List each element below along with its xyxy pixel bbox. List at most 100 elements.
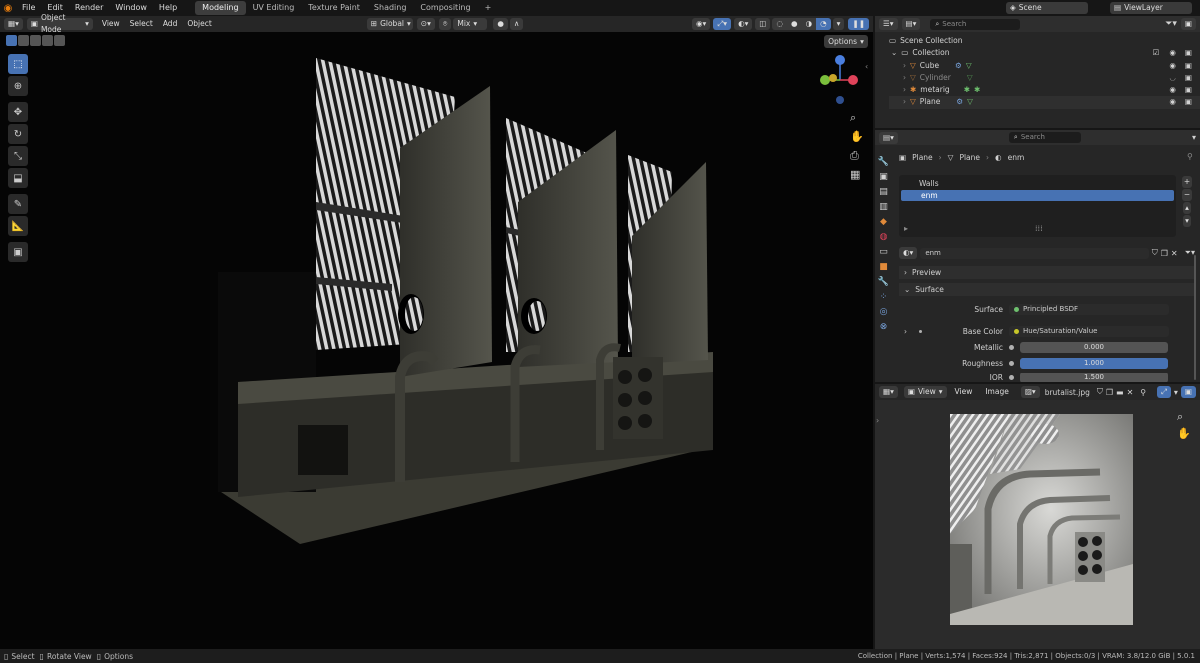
outliner-item-plane[interactable]: › ▽ Plane ⚙ ▽ ◉ ▣ [889, 96, 1200, 109]
mesh-data-icon[interactable]: ▽ [966, 60, 972, 72]
fake-user-icon[interactable]: ⛉ [1152, 248, 1158, 258]
visibility-selector[interactable]: ◉▾ [691, 18, 711, 30]
scene-tab-icon[interactable]: ◆ [878, 216, 889, 227]
expand-chevron-icon[interactable]: › [903, 72, 906, 84]
image-sidebar-toggle[interactable]: ▣ [1180, 386, 1196, 398]
unlink-material-icon[interactable]: ✕ [1171, 249, 1178, 258]
pin-icon[interactable]: ⚲ [1140, 388, 1146, 397]
expand-chevron-icon[interactable]: › [903, 96, 906, 108]
eye-icon[interactable]: ◉ [1169, 96, 1176, 108]
modifier-tab-icon[interactable]: 🔧 [878, 276, 889, 287]
shading-solid-icon[interactable]: ● [787, 18, 802, 30]
eye-icon[interactable]: ◉ [1169, 84, 1176, 96]
outliner-item-cube[interactable]: › ▽ Cube ⚙ ▽ ◉ ▣ [889, 60, 1200, 72]
output-tab-icon[interactable]: ▤ [878, 186, 889, 197]
snap-target-selector[interactable]: Mix ▾ [453, 18, 488, 30]
new-image-icon[interactable]: ❐ [1106, 388, 1113, 397]
pan-hand-icon[interactable]: ✋ [1177, 425, 1191, 442]
surface-panel-header[interactable]: ⌄ Surface [899, 283, 1195, 296]
view-layer-tab-icon[interactable]: ▥ [878, 201, 889, 212]
xray-toggle[interactable]: ◫ [755, 18, 771, 30]
modifier-icon[interactable]: ⚙ [956, 96, 963, 108]
overlay-toggle[interactable]: ◐▾ [734, 18, 753, 30]
unlink-image-icon[interactable]: ✕ [1127, 388, 1134, 397]
mesh-data-icon[interactable]: ▽ [967, 72, 973, 84]
pin-icon[interactable]: ⚲ [1187, 152, 1193, 161]
outliner-display-mode-button[interactable]: ▤▾ [901, 18, 921, 30]
gizmo-toggle[interactable]: ⤢ [1156, 386, 1171, 398]
tab-uv-editing[interactable]: UV Editing [246, 1, 302, 15]
physics-tab-icon[interactable]: ◎ [878, 306, 889, 317]
zoom-icon[interactable]: ⌕ [1177, 408, 1191, 425]
constraints-tab-icon[interactable]: ⊗ [878, 321, 889, 332]
image-menu-view[interactable]: View [950, 386, 978, 398]
image-menu-image[interactable]: Image [980, 386, 1014, 398]
particles-tab-icon[interactable]: ⁘ [878, 291, 889, 302]
eye-closed-icon[interactable]: ◡ [1169, 72, 1176, 84]
tab-texture-paint[interactable]: Texture Paint [301, 1, 367, 15]
duplicate-material-icon[interactable]: ❐ [1161, 249, 1168, 258]
shading-options-icon[interactable]: ▾ [832, 18, 845, 30]
fake-user-icon[interactable]: ⛉ [1097, 387, 1103, 397]
menu-add[interactable]: Add [158, 18, 183, 30]
material-name-field[interactable]: enm [920, 247, 1149, 259]
list-expand-icon[interactable]: ▸ [904, 224, 908, 233]
transform-orientation-selector[interactable]: ⊞ Global ▾ [366, 18, 413, 30]
preview-panel-header[interactable]: › Preview [899, 266, 1195, 279]
add-workspace-icon[interactable]: + [478, 1, 499, 15]
move-slot-down-button[interactable]: ▾ [1183, 215, 1191, 227]
new-collection-icon[interactable]: ▣ [1180, 18, 1196, 30]
image-name-field[interactable]: brutalist.jpg [1045, 388, 1090, 397]
add-slot-button[interactable]: + [1181, 176, 1193, 188]
scene-collection-row[interactable]: ▭ Scene Collection [889, 35, 1200, 47]
snap-toggle[interactable]: ⌾ [438, 18, 452, 30]
ior-slider[interactable]: 1.500 [1020, 373, 1168, 382]
gizmo-toggle[interactable]: ⤢▾ [713, 18, 732, 30]
modifier-icon[interactable]: ⚙ [955, 60, 962, 72]
expand-chevron-icon[interactable]: › [903, 84, 906, 96]
camera-icon[interactable]: ▣ [1185, 47, 1192, 59]
render-tab-icon[interactable]: ▣ [878, 171, 889, 182]
3d-viewport[interactable]: ⬚ ⊕ ✥ ↻ ⤡ ⬓ ✎ 📐 ▣ Options ▾ ‹ ⌕ ✋ ⎙ ▦ [0, 32, 873, 649]
tab-modeling[interactable]: Modeling [195, 1, 246, 15]
menu-help[interactable]: Help [153, 0, 183, 16]
pause-render-button[interactable]: ❚❚ [848, 18, 869, 30]
eye-icon[interactable]: ◉ [1169, 60, 1176, 72]
shading-wireframe-icon[interactable]: ◌ [772, 18, 788, 30]
bone-data-icon[interactable]: ✱ [964, 84, 970, 96]
checkbox-icon[interactable]: ☑ [1153, 47, 1160, 59]
tab-compositing[interactable]: Compositing [413, 1, 477, 15]
material-slot-enm[interactable]: enm [901, 190, 1174, 201]
expand-chevron-icon[interactable]: › [903, 60, 906, 72]
menu-object[interactable]: Object [182, 18, 216, 30]
metallic-slider[interactable]: 0.000 [1020, 341, 1168, 353]
mode-selector[interactable]: ▣ Object Mode ▾ [26, 13, 93, 34]
proportional-edit-toggle[interactable]: ● [493, 18, 508, 30]
properties-search-input[interactable]: ⌕ Search [1008, 132, 1081, 143]
base-color-expand-icon[interactable]: › [899, 327, 919, 336]
menu-window[interactable]: Window [109, 0, 153, 16]
mesh-data-icon[interactable]: ▽ [967, 96, 973, 108]
properties-options-icon[interactable]: ▾ [1192, 133, 1196, 142]
list-resize-handle[interactable]: ⁞⁞⁞ [1035, 224, 1043, 233]
menu-view[interactable]: View [97, 18, 125, 30]
open-image-icon[interactable]: ▬ [1116, 388, 1124, 397]
viewlayer-selector[interactable]: ▤ ViewLayer [1110, 2, 1192, 14]
collection-row[interactable]: ⌄ ▭ Collection ☑ ◉ ▣ [889, 47, 1200, 59]
properties-scrollbar[interactable] [1194, 255, 1196, 380]
falloff-selector[interactable]: ∧ [509, 18, 524, 30]
image-view-mode-selector[interactable]: ▣ View ▾ [903, 386, 947, 398]
shading-material-icon[interactable]: ◑ [801, 18, 817, 30]
outliner-item-metarig[interactable]: › ✱ metarig ✱ ✱ ◉ ▣ [889, 84, 1200, 96]
expand-chevron-icon[interactable]: ⌄ [891, 47, 897, 59]
filter-icon[interactable]: ⏷▾ [1165, 19, 1177, 29]
remove-slot-button[interactable]: − [1181, 189, 1193, 201]
object-tab-icon[interactable]: ■ [878, 261, 889, 272]
move-slot-up-button[interactable]: ▴ [1183, 202, 1191, 214]
eye-icon[interactable]: ◉ [1169, 47, 1176, 59]
menu-select[interactable]: Select [125, 18, 158, 30]
gizmo-options-icon[interactable]: ▾ [1174, 388, 1178, 397]
collection-tab-icon[interactable]: ▭ [878, 246, 889, 257]
shading-rendered-icon[interactable]: ◔ [816, 18, 831, 30]
browse-image-button[interactable]: ▨▾ [1020, 386, 1040, 398]
